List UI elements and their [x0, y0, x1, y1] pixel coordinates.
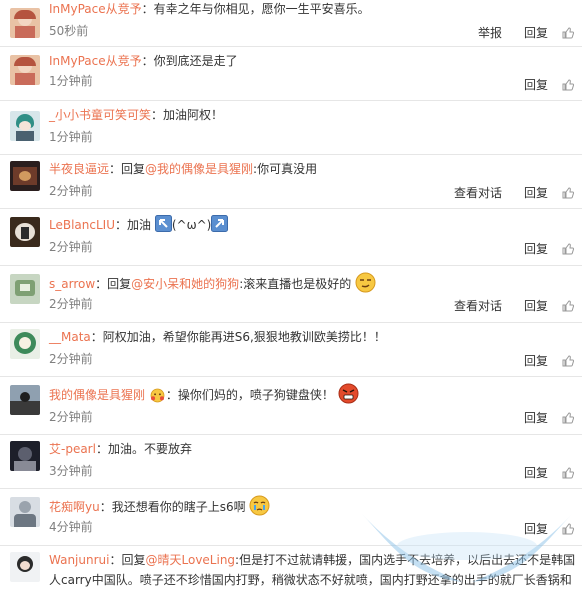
username-link[interactable]: LeBlancLIU	[49, 218, 115, 232]
thumbs-up-icon[interactable]	[562, 522, 574, 535]
timestamp: 2分钟前	[49, 410, 93, 424]
reply-button[interactable]: 回复	[524, 24, 548, 41]
user-avatar[interactable]	[10, 111, 40, 141]
report-button[interactable]: 举报	[478, 24, 502, 41]
reply-button[interactable]: 回复	[524, 409, 548, 426]
comment-text: (^ω^)	[171, 218, 212, 232]
username-link[interactable]: _小小书童可笑可笑	[49, 108, 151, 122]
comment-prefix: ：回复	[109, 162, 146, 176]
timestamp: 2分钟前	[49, 352, 93, 366]
comment-actions: 回复	[502, 409, 574, 426]
username-link[interactable]: 艾-pearl	[49, 442, 96, 456]
username-link[interactable]: __Mata	[49, 330, 91, 344]
comment-text: ：加油。不要放弃	[95, 442, 192, 456]
reply-button[interactable]: 回复	[524, 520, 548, 537]
view-conversation-button[interactable]: 查看对话	[454, 184, 502, 201]
comment-item: _小小书童可笑可笑：加油阿权！ 1分钟前	[0, 101, 582, 155]
comment-item: s_arrow：回复@安小呆和她的狗狗:滚来直播也是极好的 2分钟前 查看对话 …	[0, 266, 582, 323]
reply-button[interactable]: 回复	[524, 352, 548, 369]
comment-item: InMyPace从竞予：你到底还是走了 1分钟前 回复	[0, 47, 582, 101]
comment-actions: 回复	[502, 76, 574, 93]
user-avatar[interactable]	[10, 329, 40, 359]
comment-item: Wanjunrui：回复@晴天LoveLing:但是打不过就请韩援，国内选手不去…	[0, 546, 582, 606]
user-avatar[interactable]	[10, 441, 40, 471]
thumbs-up-icon[interactable]	[562, 466, 574, 479]
timestamp: 2分钟前	[49, 297, 93, 311]
timestamp: 1分钟前	[49, 74, 93, 88]
hug-face-emoji-icon	[150, 388, 165, 403]
timestamp: 4分钟前	[49, 520, 93, 534]
username-link[interactable]: Wanjunrui	[49, 553, 109, 567]
timestamp: 2分钟前	[49, 184, 93, 198]
thumbs-up-icon[interactable]	[562, 299, 574, 312]
user-avatar[interactable]	[10, 274, 40, 304]
comment-item: InMyPace从竞予：有幸之年与你相见，愿你一生平安喜乐。 50秒前 举报 回…	[0, 0, 582, 47]
reply-button[interactable]: 回复	[524, 464, 548, 481]
thumbs-up-icon[interactable]	[562, 186, 574, 199]
comment-actions: 回复	[502, 352, 574, 369]
thumbs-up-icon[interactable]	[562, 411, 574, 424]
timestamp: 50秒前	[49, 24, 89, 38]
mention-link[interactable]: @安小呆和她的狗狗	[131, 277, 239, 291]
comment-prefix: ：加油	[115, 218, 152, 232]
thumbs-up-icon[interactable]	[562, 78, 574, 91]
user-avatar[interactable]	[10, 497, 40, 527]
username-link[interactable]: 花痴啊yu	[49, 500, 100, 514]
crying-face-emoji-icon	[249, 495, 270, 516]
comment-item: __Mata：阿权加油，希望你能再进S6,狠狠地教训欧美捞比！！ 2分钟前 回复	[0, 323, 582, 377]
reply-button[interactable]: 回复	[524, 184, 548, 201]
comment-list: InMyPace从竞予：有幸之年与你相见，愿你一生平安喜乐。 50秒前 举报 回…	[0, 0, 582, 606]
comment-text: ：我还想看你的瞎子上s6啊	[99, 500, 246, 514]
arrow-up-left-icon	[154, 215, 172, 232]
username-link[interactable]: 我的偶像是具猩刚	[49, 388, 145, 402]
comment-actions: 举报 回复	[456, 24, 574, 41]
user-avatar[interactable]	[10, 552, 40, 582]
angry-face-emoji-icon	[338, 383, 359, 404]
comment-actions: 回复	[502, 520, 574, 537]
comment-actions: 查看对话 回复	[432, 184, 574, 201]
mention-link[interactable]: @晴天LoveLing	[146, 553, 236, 567]
comment-item: 半夜良逼远：回复@我的偶像是具猩刚:你可真没用 2分钟前 查看对话 回复	[0, 155, 582, 209]
comment-text: ：阿权加油，希望你能再进S6,狠狠地教训欧美捞比！！	[90, 330, 386, 344]
comment-text-continued: 人carry中国队。喷子还不珍惜国内打野，稍微状态不好就喷，国内打野还拿的出手的…	[49, 573, 572, 587]
comment-text: ：操你们妈的，喷子狗键盘侠！	[165, 388, 334, 402]
comment-text: ：你到底还是走了	[141, 54, 238, 68]
comment-text: ：有幸之年与你相见，愿你一生平安喜乐。	[141, 2, 370, 16]
username-link[interactable]: InMyPace从竞予	[49, 2, 142, 16]
comment-actions: 查看对话 回复	[432, 297, 574, 314]
timestamp: 3分钟前	[49, 464, 93, 478]
username-link[interactable]: s_arrow	[49, 277, 95, 291]
timestamp: 2分钟前	[49, 240, 93, 254]
comment-text: :但是打不过就请韩援，国内选手不去培养，以后出去还不是韩国	[235, 553, 576, 567]
comment-prefix: ：回复	[109, 553, 146, 567]
comment-item: 我的偶像是具猩刚 ：操你们妈的，喷子狗键盘侠！ 2分钟前 回复	[0, 377, 582, 435]
smirk-face-emoji-icon	[355, 272, 376, 293]
user-avatar[interactable]	[10, 55, 40, 85]
view-conversation-button[interactable]: 查看对话	[454, 297, 502, 314]
comment-item: 花痴啊yu：我还想看你的瞎子上s6啊 4分钟前 回复	[0, 489, 582, 546]
user-avatar[interactable]	[10, 8, 40, 38]
comment-item: LeBlancLIU：加油 (^ω^) 2分钟前 回复	[0, 209, 582, 266]
username-link[interactable]: InMyPace从竞予	[49, 54, 142, 68]
mention-link[interactable]: @我的偶像是具猩刚	[145, 162, 253, 176]
comment-item: 艾-pearl：加油。不要放弃 3分钟前 回复	[0, 435, 582, 489]
username-link[interactable]: 半夜良逼远	[49, 162, 109, 176]
thumbs-up-icon[interactable]	[562, 242, 574, 255]
arrow-up-right-icon	[211, 215, 229, 232]
comment-text: ：加油阿权！	[151, 108, 224, 122]
user-avatar[interactable]	[10, 217, 40, 247]
thumbs-up-icon[interactable]	[562, 26, 574, 39]
comment-actions: 回复	[502, 464, 574, 481]
comment-actions: 回复	[502, 240, 574, 257]
reply-button[interactable]: 回复	[524, 76, 548, 93]
timestamp: 1分钟前	[49, 130, 93, 144]
user-avatar[interactable]	[10, 385, 40, 415]
thumbs-up-icon[interactable]	[562, 354, 574, 367]
reply-button[interactable]: 回复	[524, 240, 548, 257]
comment-text: :你可真没用	[253, 162, 318, 176]
reply-button[interactable]: 回复	[524, 297, 548, 314]
user-avatar[interactable]	[10, 161, 40, 191]
comment-prefix: ：回复	[95, 277, 132, 291]
comment-text: :滚来直播也是极好的	[239, 277, 352, 291]
